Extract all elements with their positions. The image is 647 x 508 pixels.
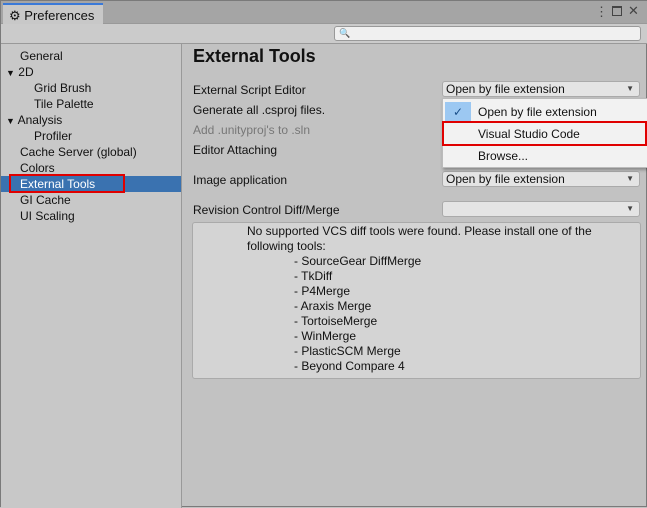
menu-item-browse[interactable]: Browse... <box>478 149 528 163</box>
editor-attaching-label: Editor Attaching <box>193 143 278 157</box>
dropdown-value: Open by file extension <box>446 82 565 96</box>
chevron-down-icon: ▼ <box>626 84 634 93</box>
info-message: following tools: <box>247 239 326 253</box>
revision-control-dropdown[interactable]: ▼ <box>442 201 640 217</box>
sidebar-item-profiler[interactable]: Profiler <box>1 128 181 144</box>
sidebar-item-analysis[interactable]: ▼ Analysis <box>1 112 181 128</box>
highlight-box <box>442 121 647 146</box>
expand-arrow-icon[interactable]: ▼ <box>6 68 15 78</box>
tool-item: - PlasticSCM Merge <box>294 344 401 358</box>
dropdown-value: Open by file extension <box>446 172 565 186</box>
image-application-dropdown[interactable]: Open by file extension ▼ <box>442 171 640 187</box>
sidebar-item-gi-cache[interactable]: GI Cache <box>1 192 181 208</box>
search-input[interactable]: 🔍 <box>334 26 641 41</box>
expand-arrow-icon[interactable]: ▼ <box>6 116 15 126</box>
chevron-down-icon: ▼ <box>626 174 634 183</box>
external-script-editor-dropdown[interactable]: Open by file extension ▼ <box>442 81 640 97</box>
more-options-icon[interactable]: ⋮ <box>595 4 608 20</box>
info-message: No supported VCS diff tools were found. … <box>247 224 592 238</box>
tool-item: - Araxis Merge <box>294 299 372 313</box>
tool-item: - TortoiseMerge <box>294 314 378 328</box>
page-title: External Tools <box>193 46 316 66</box>
item-label: 2D <box>18 65 34 79</box>
highlight-box <box>9 174 125 193</box>
gear-icon: ⚙ <box>9 8 21 23</box>
tool-item: - Beyond Compare 4 <box>294 359 405 373</box>
tool-item: - TkDiff <box>294 269 333 283</box>
sidebar-item-tile-palette[interactable]: Tile Palette <box>1 96 181 112</box>
menu-item-open-by-extension[interactable]: Open by file extension <box>478 105 597 119</box>
revision-control-label: Revision Control Diff/Merge <box>193 203 340 217</box>
window-title: Preferences <box>24 8 95 23</box>
tool-item: - P4Merge <box>294 284 351 298</box>
maximize-icon[interactable] <box>612 6 622 16</box>
external-script-editor-label: External Script Editor <box>193 83 306 97</box>
tool-item: - SourceGear DiffMerge <box>294 254 422 268</box>
checkmark-icon: ✓ <box>445 102 471 122</box>
generate-csproj-label: Generate all .csproj files. <box>193 103 326 117</box>
tool-item: - WinMerge <box>294 329 357 343</box>
sidebar-item-ui-scaling[interactable]: UI Scaling <box>1 208 181 224</box>
item-label: Analysis <box>17 113 63 127</box>
preferences-tab[interactable]: ⚙ Preferences <box>3 3 103 25</box>
add-unityproj-label: Add .unityproj's to .sln <box>193 123 311 137</box>
close-icon[interactable]: ✕ <box>628 3 639 19</box>
sidebar: General ▼ 2D Grid Brush Tile Palette ▼ A… <box>1 44 182 508</box>
search-icon: 🔍 <box>339 28 351 38</box>
vcs-info-box: No supported VCS diff tools were found. … <box>192 222 641 379</box>
chevron-down-icon: ▼ <box>626 204 634 213</box>
sidebar-item-2d[interactable]: ▼ 2D <box>1 64 181 80</box>
sidebar-item-cache-server[interactable]: Cache Server (global) <box>1 144 181 160</box>
sidebar-item-grid-brush[interactable]: Grid Brush <box>1 80 181 96</box>
image-application-label: Image application <box>193 173 288 187</box>
sidebar-item-general[interactable]: General <box>1 48 181 64</box>
